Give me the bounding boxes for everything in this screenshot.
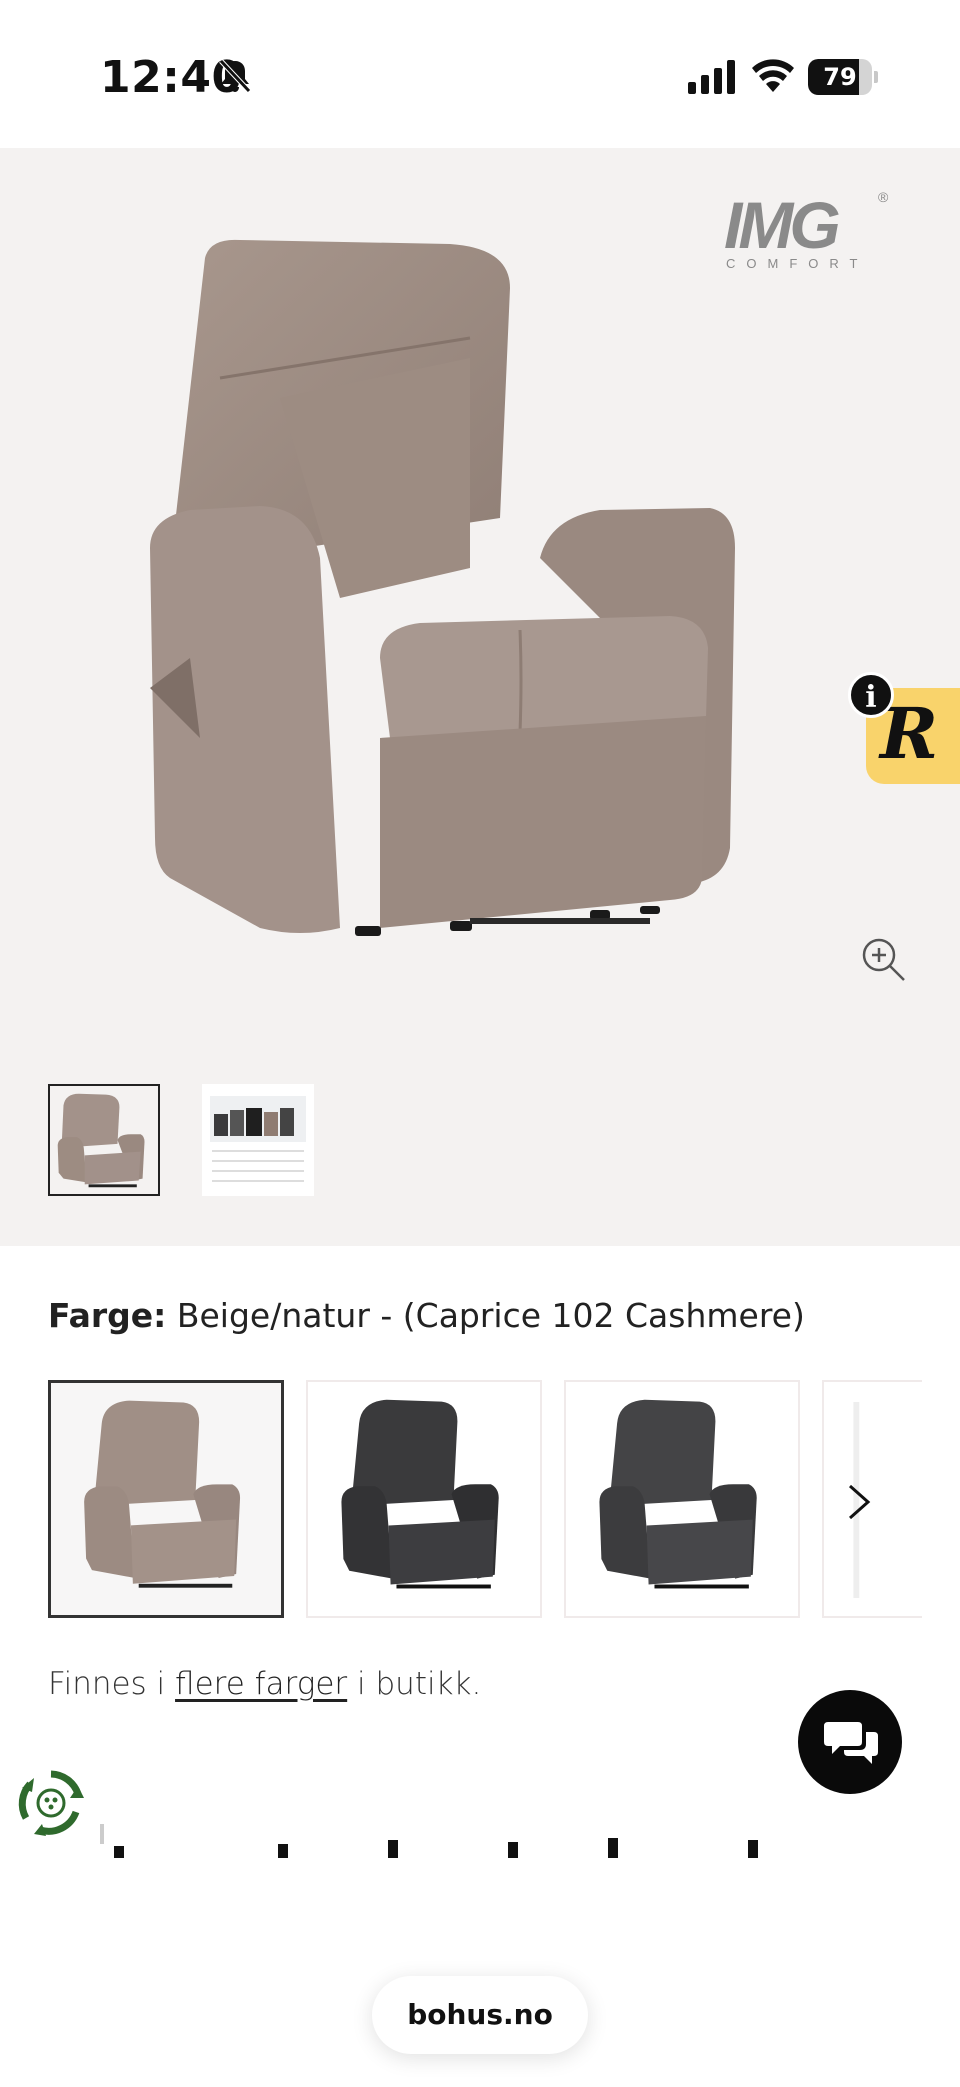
color-value: Beige/natur - (Caprice 102 Cashmere): [176, 1296, 805, 1335]
wifi-icon: [752, 59, 794, 92]
color-swatch-dark-grey[interactable]: [306, 1380, 542, 1618]
catalog-thumbnail[interactable]: [202, 1084, 314, 1196]
chevron-right-icon[interactable]: [840, 1480, 876, 1524]
url-pill[interactable]: bohus.no: [372, 1976, 588, 2054]
availability-text: Finnes i flere farger i butikk.: [48, 1666, 481, 1702]
chat-bubbles-icon: [824, 1722, 878, 1764]
battery-indicator: 79: [808, 59, 878, 95]
chat-button[interactable]: [798, 1690, 902, 1794]
info-icon[interactable]: i: [848, 672, 894, 718]
color-swatch-dark-grey-2[interactable]: [564, 1380, 800, 1618]
color-swatch-beige[interactable]: [48, 1380, 284, 1618]
product-gallery: IMG ® COMFORT: [0, 148, 960, 1246]
availability-prefix: Finnes i: [48, 1666, 166, 1702]
heading-fragment: [48, 1818, 908, 1858]
signal-icon: [688, 60, 735, 94]
more-colors-link[interactable]: flere farger: [175, 1666, 347, 1702]
color-label: Farge:: [48, 1296, 167, 1335]
availability-suffix: i butikk.: [357, 1666, 482, 1702]
chair-image[interactable]: [150, 238, 790, 938]
zoom-in-icon[interactable]: [860, 936, 906, 982]
chair-thumbnail[interactable]: [48, 1084, 160, 1196]
svg-text:®: ®: [878, 189, 889, 205]
battery-level: 79: [823, 63, 857, 91]
bell-slash-icon: [219, 59, 251, 93]
color-selection-label: Farge: Beige/natur - (Caprice 102 Cashme…: [48, 1296, 805, 1335]
status-bar: 12:40 79: [0, 0, 960, 148]
